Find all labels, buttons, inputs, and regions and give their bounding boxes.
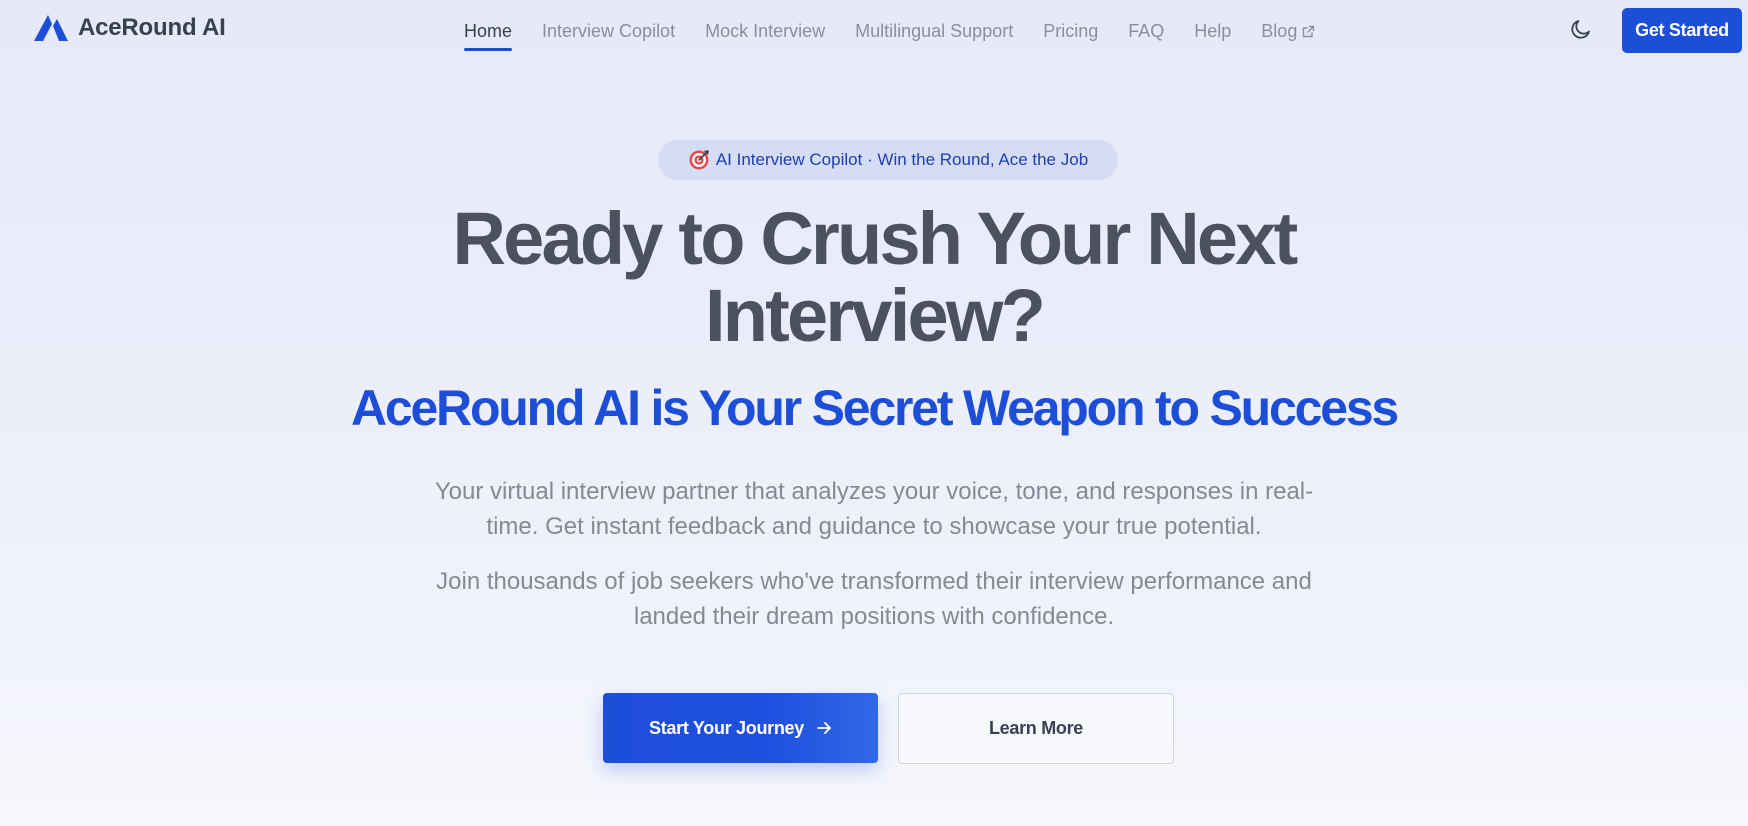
learn-more-button[interactable]: Learn More [898, 693, 1174, 764]
brand-home-link[interactable]: AceRound AI [34, 14, 226, 42]
nav-link-faq[interactable]: FAQ [1128, 21, 1164, 42]
hero-social-proof: Join thousands of job seekers who've tra… [436, 568, 1312, 630]
external-link-icon [1302, 25, 1315, 38]
tagline-badge: AI Interview Copilot · Win the Round, Ac… [658, 140, 1118, 180]
button-label: Start Your Journey [649, 717, 804, 738]
nav-link-blog[interactable]: Blog [1261, 21, 1315, 42]
arrow-right-icon [816, 720, 832, 736]
get-started-button[interactable]: Get Started [1622, 8, 1742, 53]
top-navigation: AceRound AI Home Interview Copilot Mock … [0, 0, 1748, 62]
nav-link-label: Mock Interview [705, 20, 826, 41]
nav-link-mock-interview[interactable]: Mock Interview [705, 21, 825, 42]
main-menu: Home Interview Copilot Mock Interview Mu… [464, 0, 1315, 62]
headline-line-2: Interview? [705, 274, 1046, 357]
badge-text: AI Interview Copilot · Win the Round, Ac… [715, 150, 1089, 169]
nav-link-label: Multilingual Support [855, 20, 1014, 41]
hero-description: Your virtual interview partner that anal… [434, 478, 1314, 540]
hero-headline: Ready to Crush Your Next Interview? [274, 200, 1474, 354]
brand-name: AceRound AI [78, 14, 226, 41]
nav-link-label: Help [1194, 20, 1232, 41]
nav-link-label: FAQ [1128, 20, 1165, 41]
nav-link-multilingual-support[interactable]: Multilingual Support [855, 21, 1013, 42]
nav-link-label: Pricing [1043, 20, 1099, 41]
theme-toggle-button[interactable] [1568, 18, 1594, 44]
nav-link-home[interactable]: Home [464, 20, 513, 51]
headline-line-1: Ready to Crush Your Next [452, 197, 1299, 280]
triangle-logo-icon [34, 15, 68, 41]
hero-subheadline: AceRound AI is Your Secret Weapon to Suc… [350, 380, 1399, 436]
nav-link-label: Blog [1261, 20, 1298, 41]
target-icon [688, 149, 710, 171]
nav-link-label: Interview Copilot [542, 20, 676, 41]
nav-link-help[interactable]: Help [1194, 21, 1231, 42]
nav-link-label: Home [464, 20, 513, 41]
moon-icon [1569, 17, 1593, 46]
start-your-journey-button[interactable]: Start Your Journey [603, 693, 878, 763]
nav-link-pricing[interactable]: Pricing [1043, 21, 1098, 42]
nav-link-interview-copilot[interactable]: Interview Copilot [542, 21, 675, 42]
